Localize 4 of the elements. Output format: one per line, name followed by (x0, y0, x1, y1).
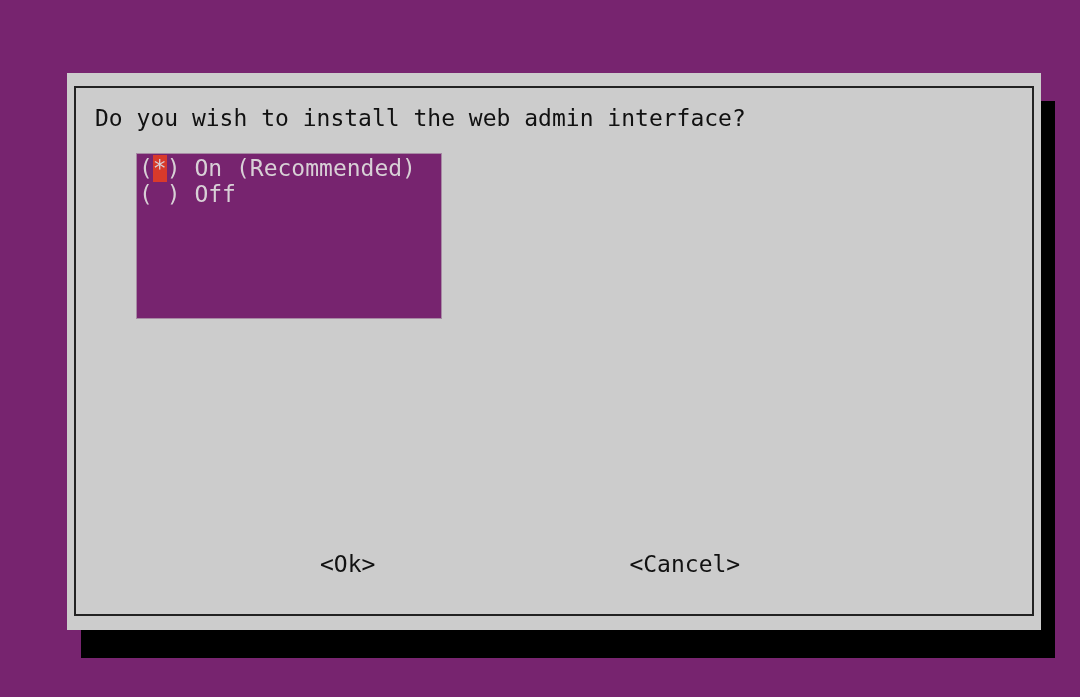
radio-option[interactable]: ( ) Off (139, 181, 236, 207)
dialog-question: Do you wish to install the web admin interface? (95, 105, 746, 132)
dialog-button[interactable]: <Cancel> (629, 551, 741, 578)
dialog-button[interactable]: <Ok> (320, 551, 376, 578)
